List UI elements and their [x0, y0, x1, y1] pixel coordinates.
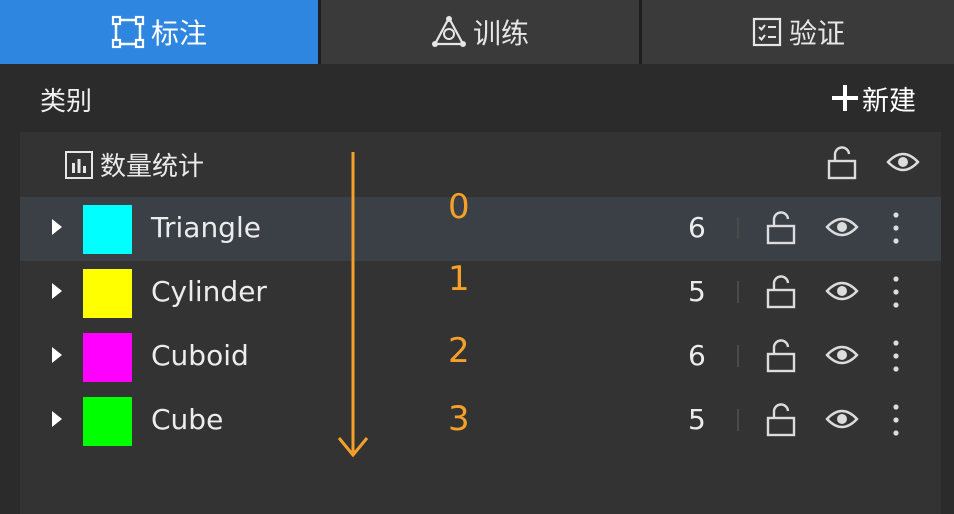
- tab-train-label: 训练: [472, 17, 529, 50]
- eye-icon[interactable]: [825, 407, 859, 435]
- more-options-icon[interactable]: [889, 337, 903, 379]
- category-row[interactable]: Cuboid 6: [20, 325, 941, 389]
- stats-row: 数量统计: [20, 132, 941, 196]
- annotation-index: 2: [448, 331, 470, 371]
- category-list-panel: 数量统计 Triangle 6 Cylinder 5 Cuboid 6 Cube…: [20, 132, 941, 514]
- tab-validate-label: 验证: [789, 17, 846, 50]
- category-row[interactable]: Cylinder 5: [20, 261, 941, 325]
- plus-icon: [830, 83, 860, 113]
- more-options-icon[interactable]: [889, 273, 903, 315]
- eye-icon[interactable]: [825, 215, 859, 243]
- tab-annotate[interactable]: 标注: [0, 0, 318, 64]
- bounding-box-icon: [111, 15, 145, 49]
- lock-icon[interactable]: [765, 275, 797, 313]
- row-divider: [737, 217, 739, 239]
- category-count: 6: [688, 211, 706, 244]
- category-label: Triangle: [151, 211, 261, 244]
- category-title: 类别: [40, 87, 93, 117]
- category-count: 6: [688, 339, 706, 372]
- tab-annotate-label: 标注: [150, 17, 207, 50]
- category-count: 5: [688, 275, 706, 308]
- checklist-icon: [751, 16, 783, 48]
- stats-label: 数量统计: [100, 152, 205, 182]
- row-divider: [737, 409, 739, 431]
- category-color-swatch[interactable]: [83, 397, 132, 446]
- lock-icon[interactable]: [765, 339, 797, 377]
- row-divider: [737, 281, 739, 303]
- tab-train[interactable]: 训练: [321, 0, 639, 64]
- eye-icon[interactable]: [825, 279, 859, 307]
- category-color-swatch[interactable]: [83, 269, 132, 318]
- category-color-swatch[interactable]: [83, 205, 132, 254]
- category-label: Cylinder: [151, 275, 267, 308]
- expand-caret-icon[interactable]: [50, 217, 64, 241]
- lock-icon[interactable]: [765, 211, 797, 249]
- lock-all-icon[interactable]: [826, 146, 858, 184]
- training-network-icon: [431, 15, 467, 49]
- category-label: Cuboid: [151, 339, 249, 372]
- category-color-swatch[interactable]: [83, 333, 132, 382]
- bar-chart-icon: [64, 150, 94, 180]
- new-category-label: 新建: [862, 85, 916, 117]
- more-options-icon[interactable]: [889, 401, 903, 443]
- eye-icon[interactable]: [825, 343, 859, 371]
- new-category-button[interactable]: 新建: [830, 78, 916, 118]
- eye-all-icon[interactable]: [886, 150, 920, 178]
- top-tab-bar: 标注 训练 验证: [0, 0, 954, 64]
- annotation-index: 1: [448, 259, 470, 299]
- expand-caret-icon[interactable]: [50, 345, 64, 369]
- expand-caret-icon[interactable]: [50, 281, 64, 305]
- lock-icon[interactable]: [765, 403, 797, 441]
- category-header: 类别 新建: [0, 64, 954, 132]
- annotation-index: 3: [448, 399, 470, 439]
- stats-title: 数量统计: [64, 146, 204, 183]
- row-divider: [737, 345, 739, 367]
- tab-validate[interactable]: 验证: [642, 0, 954, 64]
- category-label: Cube: [151, 403, 224, 436]
- annotation-index: 0: [448, 187, 470, 227]
- category-row[interactable]: Triangle 6: [20, 197, 941, 261]
- more-options-icon[interactable]: [889, 209, 903, 251]
- expand-caret-icon[interactable]: [50, 409, 64, 433]
- category-count: 5: [688, 403, 706, 436]
- category-row[interactable]: Cube 5: [20, 389, 941, 453]
